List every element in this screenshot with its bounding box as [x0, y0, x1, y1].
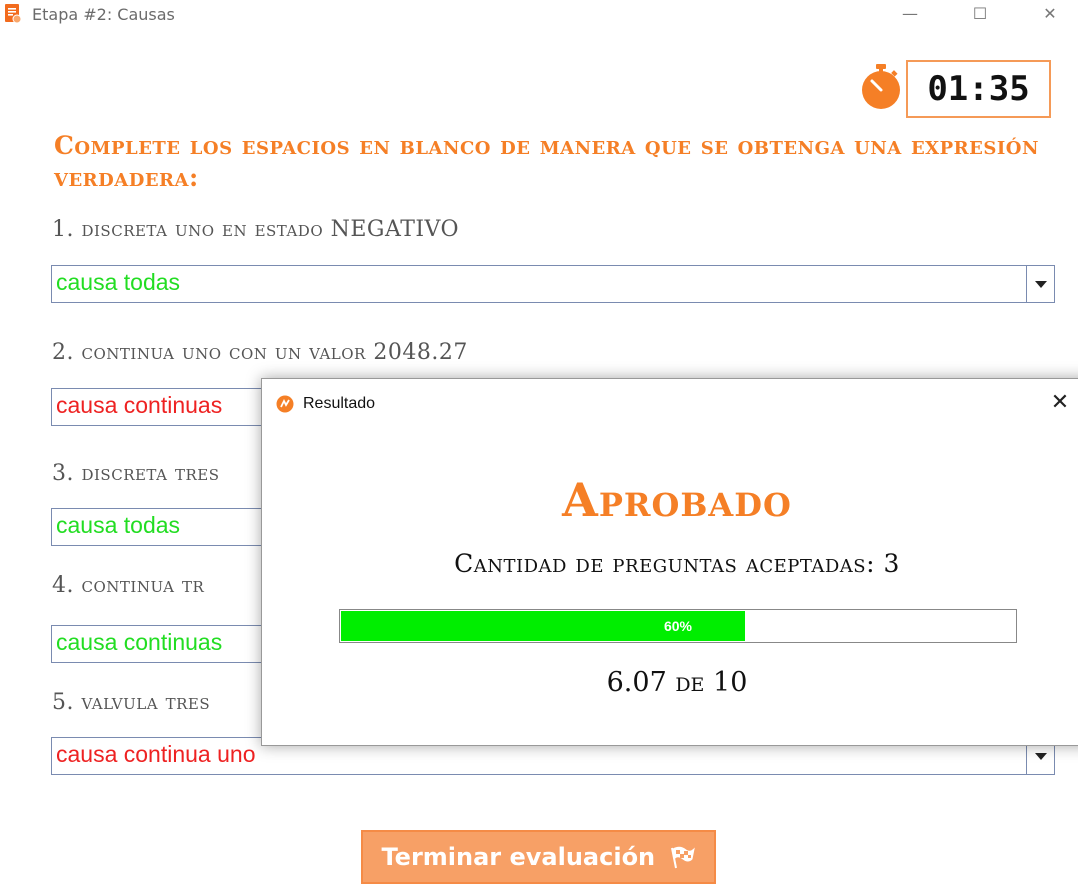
dialog-title: Resultado	[303, 395, 376, 412]
finish-evaluation-button[interactable]: Terminar evaluación	[361, 830, 716, 884]
close-button[interactable]: ✕	[1038, 4, 1062, 24]
score-text: 6.07 de 10	[606, 667, 748, 698]
question-1-selected-value: causa todas	[56, 269, 181, 295]
timer-display: 01:35	[906, 60, 1051, 118]
chevron-down-icon[interactable]	[1026, 266, 1054, 302]
app-document-icon	[5, 4, 21, 24]
window-title-bar: Etapa #2: Causas — ☐ ✕	[0, 0, 1078, 30]
minimize-button[interactable]: —	[898, 4, 922, 24]
question-5-label: 5. valvula tres	[52, 690, 211, 715]
stopwatch-icon	[862, 64, 900, 109]
finish-evaluation-label: Terminar evaluación	[381, 843, 656, 871]
question-1-label: 1. discreta uno en estado NEGATIVO	[52, 217, 460, 242]
accepted-questions-text: Cantidad de preguntas aceptadas: 3	[454, 549, 900, 578]
question-1-dropdown[interactable]: causa todas	[51, 265, 1055, 303]
maximize-button[interactable]: ☐	[968, 4, 992, 24]
question-2-selected-value: causa continuas	[56, 392, 223, 418]
question-4-selected-value: causa continuas	[56, 629, 223, 655]
dialog-close-button[interactable]: ✕	[1048, 391, 1072, 415]
result-dialog-icon	[276, 395, 294, 413]
question-3-selected-value: causa todas	[56, 512, 181, 538]
checkered-flag-icon	[670, 846, 695, 869]
instructions-heading: Complete los espacios en blanco de maner…	[54, 131, 1039, 192]
question-2-label: 2. continua uno con un valor 2048.27	[52, 340, 468, 365]
result-status: Aprobado	[562, 473, 792, 527]
question-3-label: 3. discreta tres	[52, 461, 220, 486]
window-title: Etapa #2: Causas	[32, 5, 175, 24]
score-progress-bar: 60%	[339, 609, 1017, 643]
question-5-selected-value: causa continua uno	[56, 741, 256, 767]
progress-label: 60%	[663, 618, 693, 634]
result-dialog: Resultado ✕ Aprobado Cantidad de pregunt…	[261, 378, 1078, 746]
question-4-label: 4. continua tr	[52, 573, 205, 598]
